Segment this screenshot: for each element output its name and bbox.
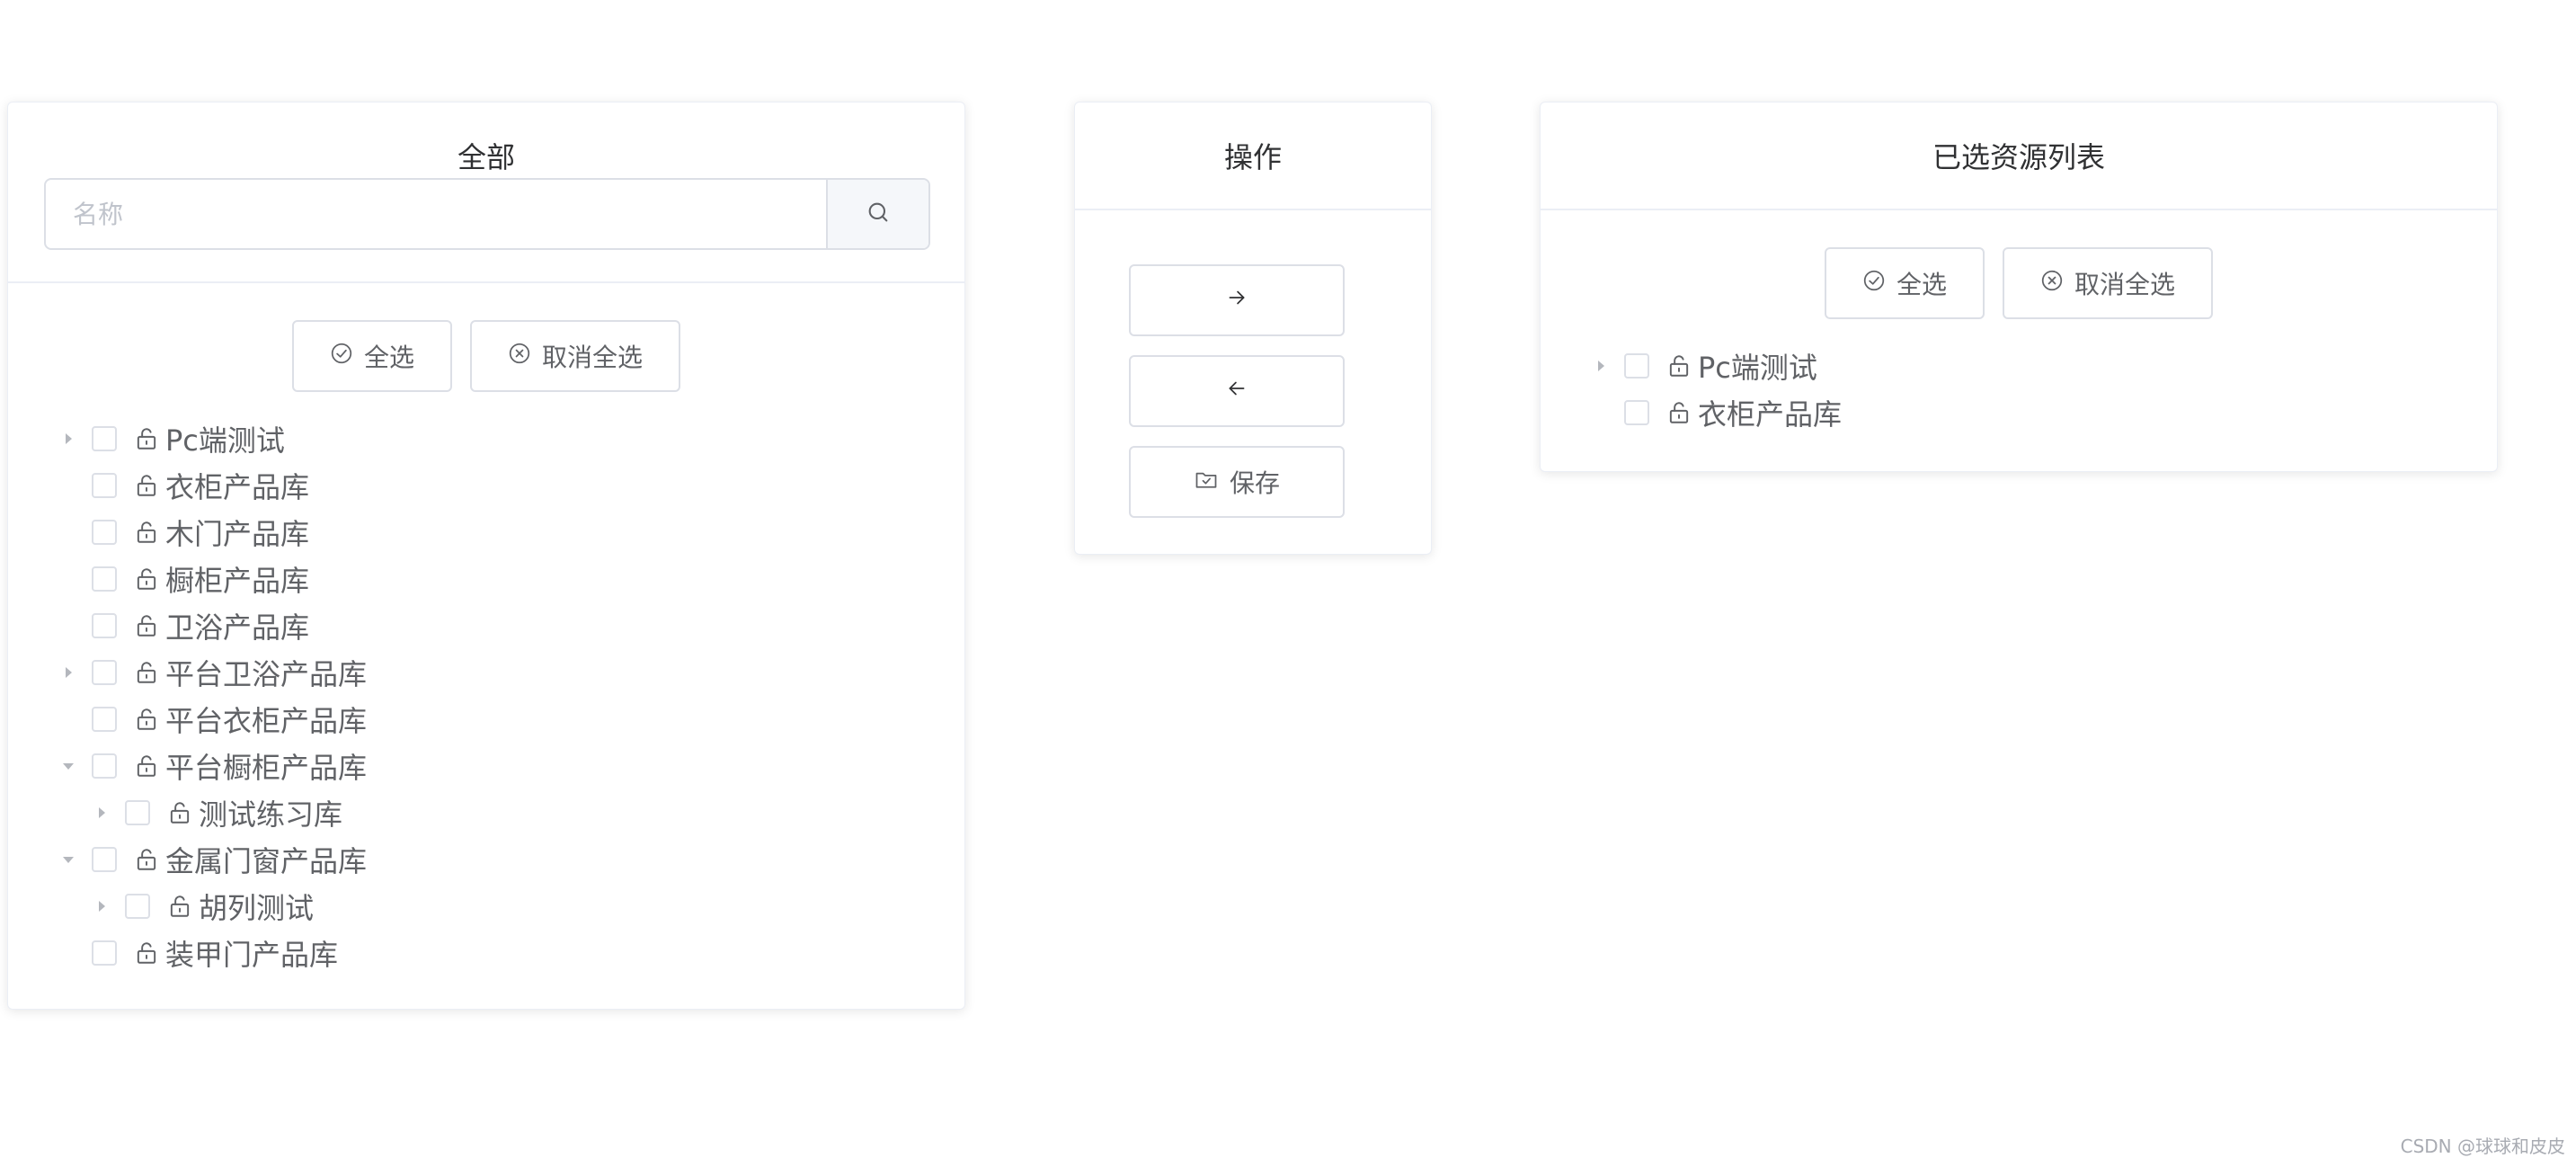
tree-node-label: 平台衣柜产品库 — [165, 704, 368, 738]
unlock-icon — [1666, 352, 1692, 380]
unlock-icon — [1666, 398, 1692, 427]
tree-node[interactable]: Pc端测试 — [1592, 343, 1817, 388]
tree-node[interactable]: 装甲门产品库 — [59, 931, 338, 975]
tree-node-label: 橱柜产品库 — [165, 564, 310, 598]
tree-node-label: 木门产品库 — [165, 517, 310, 551]
arrow-right-icon — [1225, 286, 1248, 316]
tree-node-label: 衣柜产品库 — [165, 470, 310, 504]
tree-node-checkbox[interactable] — [92, 660, 117, 685]
tree-node-checkbox[interactable] — [92, 847, 117, 872]
caret-right-icon[interactable] — [93, 804, 111, 822]
tree-node-checkbox[interactable] — [92, 613, 117, 638]
tree-node[interactable]: 金属门窗产品库 — [59, 837, 367, 882]
tree-node-checkbox[interactable] — [125, 894, 150, 919]
unlock-icon — [133, 424, 160, 453]
caret-right-icon[interactable] — [59, 430, 77, 448]
tree-node-label: 装甲门产品库 — [165, 938, 339, 972]
tree-node-checkbox[interactable] — [1624, 400, 1649, 425]
tree-node-label: 测试练习库 — [199, 797, 343, 832]
tree-node-label: Pc端测试 — [165, 423, 285, 458]
selected-resource-tree: Pc端测试衣柜产品库 — [1541, 102, 2497, 471]
tree-node-label: 胡列测试 — [199, 891, 315, 925]
caret-right-icon[interactable] — [1592, 357, 1610, 375]
tree-node-checkbox[interactable] — [92, 520, 117, 545]
caret-down-icon[interactable] — [59, 757, 77, 775]
unlock-icon — [133, 845, 160, 874]
tree-node[interactable]: 胡列测试 — [93, 884, 314, 929]
tree-node-checkbox[interactable] — [92, 426, 117, 451]
unlock-icon — [166, 892, 193, 921]
move-right-button[interactable] — [1129, 264, 1345, 336]
tree-node-label: 平台卫浴产品库 — [165, 657, 368, 691]
tree-node-checkbox[interactable] — [92, 707, 117, 732]
tree-node-label: 卫浴产品库 — [165, 610, 310, 645]
operations-header-divider — [1075, 209, 1431, 210]
tree-node[interactable]: 衣柜产品库 — [1592, 390, 1842, 435]
save-label: 保存 — [1229, 468, 1280, 498]
caret-placeholder — [59, 477, 77, 494]
tree-node-checkbox[interactable] — [125, 800, 150, 825]
caret-down-icon[interactable] — [59, 851, 77, 869]
tree-node-label: Pc端测试 — [1698, 351, 1817, 385]
tree-node[interactable]: 衣柜产品库 — [59, 463, 309, 508]
tree-node-checkbox[interactable] — [92, 473, 117, 498]
caret-placeholder — [1592, 404, 1610, 422]
caret-right-icon[interactable] — [59, 664, 77, 681]
tree-node-checkbox[interactable] — [92, 940, 117, 966]
tree-node-checkbox[interactable] — [1624, 353, 1649, 379]
tree-node-label: 平台橱柜产品库 — [165, 751, 368, 785]
operations-title: 操作 — [1223, 140, 1282, 174]
unlock-icon — [133, 611, 160, 640]
tree-node-label: 衣柜产品库 — [1698, 397, 1843, 432]
caret-placeholder — [59, 570, 77, 588]
move-left-button[interactable] — [1129, 355, 1345, 427]
caret-placeholder — [59, 617, 77, 635]
tree-node[interactable]: Pc端测试 — [59, 416, 285, 461]
unlock-icon — [166, 798, 193, 827]
save-button[interactable]: 保存 — [1129, 446, 1345, 518]
operations-panel: 操作 保存 — [1074, 102, 1432, 555]
unlock-icon — [133, 518, 160, 547]
tree-node[interactable]: 平台衣柜产品库 — [59, 697, 367, 742]
unlock-icon — [133, 658, 160, 687]
unlock-icon — [133, 752, 160, 780]
unlock-icon — [133, 705, 160, 734]
unlock-icon — [133, 565, 160, 593]
arrow-left-icon — [1225, 377, 1248, 406]
unlock-icon — [133, 939, 160, 967]
folder-check-icon — [1194, 467, 1219, 498]
caret-right-icon[interactable] — [93, 897, 111, 915]
tree-node[interactable]: 卫浴产品库 — [59, 603, 309, 648]
tree-node[interactable]: 橱柜产品库 — [59, 557, 309, 601]
selected-resources-panel: 已选资源列表 全选 取消全选 Pc端测试 衣柜产品库 — [1540, 102, 2498, 472]
tree-node[interactable]: 平台橱柜产品库 — [59, 744, 367, 788]
tree-node-checkbox[interactable] — [92, 566, 117, 592]
caret-placeholder — [59, 710, 77, 728]
all-resources-panel: 全部 全选 取消全选 Pc端测试衣柜产品库木门产品库橱柜产品库卫浴产品库平台卫浴 — [7, 102, 965, 1010]
resource-tree: Pc端测试衣柜产品库木门产品库橱柜产品库卫浴产品库平台卫浴产品库 平台衣柜产品库平… — [8, 102, 964, 1009]
tree-node[interactable]: 木门产品库 — [59, 510, 309, 555]
tree-node[interactable]: 平台卫浴产品库 — [59, 650, 367, 695]
caret-placeholder — [59, 523, 77, 541]
watermark: CSDN @球球和皮皮 — [2400, 1136, 2565, 1157]
tree-node[interactable]: 测试练习库 — [93, 790, 342, 835]
tree-node-label: 金属门窗产品库 — [165, 844, 368, 878]
unlock-icon — [133, 471, 160, 500]
tree-node-checkbox[interactable] — [92, 753, 117, 779]
caret-placeholder — [59, 944, 77, 962]
